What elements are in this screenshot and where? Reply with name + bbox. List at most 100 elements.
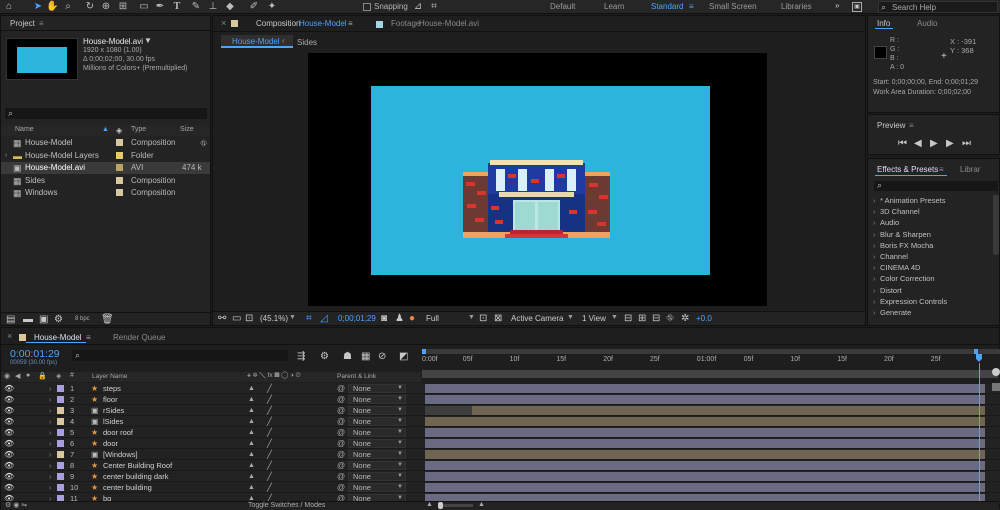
quality-switch-icon[interactable]: ╱: [267, 427, 272, 438]
layer-name[interactable]: door roof: [103, 427, 133, 438]
pickwhip-icon[interactable]: @: [337, 383, 345, 394]
pickwhip-icon[interactable]: @: [337, 449, 345, 460]
layer-row[interactable]: 👁 › 9 ★ center building dark ▲ ╱ @ None ▼: [1, 471, 1000, 482]
panel-menu-icon[interactable]: ≡: [909, 121, 914, 130]
layer-name[interactable]: door: [103, 438, 118, 449]
play-icon[interactable]: ▶: [930, 139, 938, 149]
effects-category[interactable]: › Distort: [868, 285, 993, 296]
pan-behind-icon[interactable]: ⊞: [117, 1, 129, 13]
pickwhip-icon[interactable]: @: [337, 416, 345, 427]
layer-label-swatch[interactable]: [57, 407, 64, 414]
layer-row[interactable]: 👁 › 10 ★ center building ▲ ╱ @ None ▼: [1, 482, 1000, 493]
effects-category[interactable]: › Generate: [868, 307, 993, 318]
color-channels-icon[interactable]: ●: [409, 314, 415, 324]
panel-menu-icon[interactable]: ≡: [39, 19, 44, 28]
zoom-level[interactable]: (45.1%): [260, 314, 288, 323]
next-frame-icon[interactable]: ▶: [946, 139, 954, 149]
reset-exposure-icon[interactable]: ✲: [681, 314, 689, 324]
shy-switch-icon[interactable]: ▲: [248, 394, 255, 405]
chevron-down-icon[interactable]: ▼: [567, 314, 574, 321]
layer-search-input[interactable]: ⌕: [72, 350, 288, 361]
effects-category[interactable]: › 3D Channel: [868, 206, 993, 217]
effects-category[interactable]: › CINEMA 4D: [868, 262, 993, 273]
parent-select[interactable]: None ▼: [348, 384, 406, 393]
workspace-menu-icon[interactable]: ≡: [689, 2, 694, 11]
navigator-start-handle[interactable]: [422, 349, 426, 354]
parent-select[interactable]: None ▼: [348, 439, 406, 448]
parent-select[interactable]: None ▼: [348, 483, 406, 492]
layer-name[interactable]: rSides: [103, 405, 124, 416]
layer-label-swatch[interactable]: [57, 440, 64, 447]
visibility-eye-icon[interactable]: 👁: [4, 427, 14, 438]
workspace-standard[interactable]: Standard: [651, 2, 683, 11]
close-tab-icon[interactable]: ×: [221, 18, 226, 28]
zoom-icon[interactable]: ⌕: [62, 1, 74, 13]
layer-label-swatch[interactable]: [57, 418, 64, 425]
layer-name[interactable]: center building dark: [103, 471, 168, 482]
layer-duration-bar[interactable]: [425, 428, 985, 437]
shy-layers-icon[interactable]: ☗: [343, 352, 352, 362]
visibility-eye-icon[interactable]: 👁: [4, 449, 14, 460]
workspace-small-screen[interactable]: Small Screen: [709, 2, 757, 11]
safe-margins-icon[interactable]: ⌗: [306, 314, 312, 324]
layer-trim-segment[interactable]: [425, 406, 472, 415]
comp-marker-bin[interactable]: [992, 383, 1000, 391]
visibility-eye-icon[interactable]: 👁: [4, 482, 14, 493]
layer-name[interactable]: [Windows]: [103, 449, 138, 460]
render-queue-tab[interactable]: Render Queue: [113, 333, 165, 342]
frame-blending-icon[interactable]: ▦: [361, 352, 370, 362]
layer-row[interactable]: 👁 › 4 ▣ lSides ▲ ╱ @ None ▼: [1, 416, 1000, 427]
view-layout-select[interactable]: 1 View: [582, 314, 606, 323]
work-area-bar[interactable]: [422, 370, 998, 378]
roto-brush-icon[interactable]: ✐: [248, 1, 260, 13]
layer-label-swatch[interactable]: [57, 462, 64, 469]
trash-icon[interactable]: 🗑: [101, 315, 114, 325]
pickwhip-icon[interactable]: @: [337, 471, 345, 482]
close-tab-icon[interactable]: ×: [7, 331, 12, 341]
layer-name[interactable]: lSides: [103, 416, 123, 427]
shy-switch-icon[interactable]: ▲: [248, 471, 255, 482]
library-tab[interactable]: Librar: [960, 165, 980, 174]
footage-tab-name[interactable]: House-Model.avi: [419, 19, 479, 28]
project-item[interactable]: ▦ Windows Composition: [1, 187, 210, 199]
hand-icon[interactable]: ✋: [46, 1, 58, 13]
workspace-learn[interactable]: Learn: [604, 2, 624, 11]
layer-duration-bar[interactable]: [425, 439, 985, 448]
layer-label-swatch[interactable]: [57, 473, 64, 480]
motion-blur-icon[interactable]: ⊘: [378, 352, 386, 362]
sync-settings-icon[interactable]: ▣: [852, 2, 862, 12]
show-snapshot-icon[interactable]: ♟: [395, 314, 404, 324]
zoom-slider[interactable]: [438, 502, 473, 509]
resolution-select[interactable]: Full: [426, 314, 439, 323]
layer-row[interactable]: 👁 › 1 ★ steps ▲ ╱ @ None ▼: [1, 383, 1000, 394]
draft-3d-icon[interactable]: ⚙: [320, 352, 329, 362]
chevron-right-icon[interactable]: ›: [49, 427, 52, 438]
toggle-panel-icons[interactable]: ⚙ ◉ ⇋: [5, 501, 27, 509]
layer-label-swatch[interactable]: [57, 484, 64, 491]
current-time-display[interactable]: 0:00:01:29: [10, 348, 60, 360]
project-item[interactable]: ▣ House-Model.avi AVI 474 k: [1, 162, 210, 174]
flowchart-icon[interactable]: ⛗: [666, 314, 674, 324]
layer-row[interactable]: 👁 › 3 ▣ rSides ▲ ╱ @ None ▼: [1, 405, 1000, 416]
always-preview-icon[interactable]: ⚯: [218, 314, 226, 324]
layer-duration-bar[interactable]: [425, 406, 985, 415]
project-tab[interactable]: Project: [10, 19, 35, 28]
chevron-right-icon[interactable]: ›: [49, 460, 52, 471]
scrollbar[interactable]: [993, 195, 999, 255]
project-item[interactable]: › ▬ House-Model Layers Folder: [1, 150, 210, 162]
shy-switch-icon[interactable]: ▲: [248, 405, 255, 416]
layer-name[interactable]: floor: [103, 394, 118, 405]
shy-switch-icon[interactable]: ▲: [248, 416, 255, 427]
chevron-right-icon[interactable]: ›: [49, 405, 52, 416]
col-size[interactable]: Size: [180, 126, 194, 133]
pickwhip-icon[interactable]: @: [337, 394, 345, 405]
zoom-slider-handle[interactable]: [438, 502, 443, 509]
workspace-default[interactable]: Default: [550, 2, 575, 11]
parent-select[interactable]: None ▼: [348, 428, 406, 437]
pen-icon[interactable]: ✒: [154, 1, 166, 13]
effects-category[interactable]: › Channel: [868, 251, 993, 262]
project-item[interactable]: ▦ Sides Composition: [1, 175, 210, 187]
preview-tab[interactable]: Preview: [877, 121, 905, 130]
mask-visibility-icon[interactable]: ◿: [320, 314, 328, 324]
pickwhip-icon[interactable]: @: [337, 427, 345, 438]
